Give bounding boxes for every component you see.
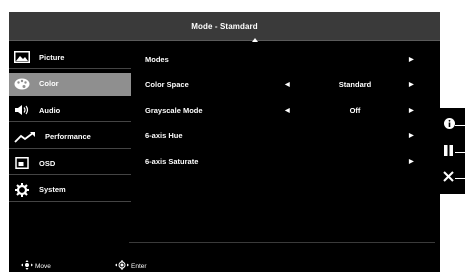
chevron-left-icon[interactable]: ◀	[285, 107, 290, 114]
pause-button[interactable]	[440, 142, 465, 162]
row-label: 6-axis Hue	[145, 131, 183, 140]
info-button[interactable]	[440, 115, 465, 135]
sidebar-item-label: Picture	[39, 52, 65, 62]
sidebar-item-label: Performance	[45, 132, 91, 141]
trend-icon	[13, 130, 37, 144]
chevron-right-icon[interactable]: ▶	[409, 107, 414, 114]
sidebar-item-osd[interactable]: OSD	[9, 152, 131, 175]
close-icon	[443, 169, 454, 187]
title-bar: Mode - Stamdard	[9, 12, 440, 41]
palette-icon	[13, 77, 31, 91]
move-hint: Move	[21, 260, 51, 272]
speaker-icon	[13, 103, 31, 117]
sidebar-item-label: Audio	[39, 105, 61, 115]
row-6-axis-saturate[interactable]: 6-axis Saturate ▶	[145, 150, 435, 172]
sidebar-item-label: System	[39, 185, 66, 194]
osd-icon	[13, 156, 31, 170]
row-label: 6-axis Saturate	[145, 156, 199, 166]
chevron-right-icon[interactable]: ▶	[409, 56, 414, 63]
footer-hints: Move Enter	[9, 258, 440, 272]
settings-list: Modes ▶ Color Space ◀ Standard ▶ Graysca…	[145, 48, 435, 176]
sidebar-item-label: OSD	[39, 158, 56, 168]
row-label: Color Space	[145, 80, 189, 89]
sidebar-item-color[interactable]: Color	[9, 72, 131, 96]
row-modes[interactable]: Modes ▶	[145, 48, 435, 70]
row-value: Standard	[338, 80, 372, 89]
chevron-left-icon[interactable]: ◀	[285, 81, 290, 88]
scroll-up-icon[interactable]	[252, 38, 258, 42]
dpad-move-icon	[21, 260, 33, 272]
page-title: Mode - Stamdard	[191, 21, 258, 31]
row-6-axis-hue[interactable]: 6-axis Hue ▶	[145, 125, 435, 147]
dpad-enter-icon	[115, 260, 129, 272]
sidebar-item-performance[interactable]: Performance	[9, 126, 131, 149]
row-label: Grayscale Mode	[145, 105, 203, 115]
sidebar-item-label: Color	[39, 79, 59, 88]
chevron-right-icon[interactable]: ▶	[409, 158, 414, 165]
sidebar-item-audio[interactable]: Audio	[9, 99, 131, 122]
pause-icon	[444, 143, 454, 161]
row-label: Modes	[145, 54, 169, 64]
divider	[129, 242, 435, 243]
info-icon	[444, 116, 455, 134]
close-button[interactable]	[440, 168, 465, 188]
sidebar: Picture Color Audio Performance OSD Syst…	[9, 46, 131, 205]
picture-icon	[13, 50, 31, 64]
enter-hint: Enter	[115, 260, 147, 272]
osd-menu: Mode - Stamdard Picture Color Audio Perf…	[9, 12, 440, 272]
enter-label: Enter	[131, 262, 147, 270]
move-label: Move	[35, 262, 51, 270]
row-value: Off	[349, 105, 361, 115]
sidebar-item-picture[interactable]: Picture	[9, 46, 131, 69]
chevron-right-icon[interactable]: ▶	[409, 132, 414, 139]
chevron-right-icon[interactable]: ▶	[409, 81, 414, 88]
row-grayscale-mode[interactable]: Grayscale Mode ◀ Off ▶	[145, 99, 435, 121]
gear-icon	[13, 182, 31, 197]
monitor-side-buttons	[440, 108, 465, 194]
row-color-space[interactable]: Color Space ◀ Standard ▶	[145, 74, 435, 96]
sidebar-item-system[interactable]: System	[9, 179, 131, 202]
